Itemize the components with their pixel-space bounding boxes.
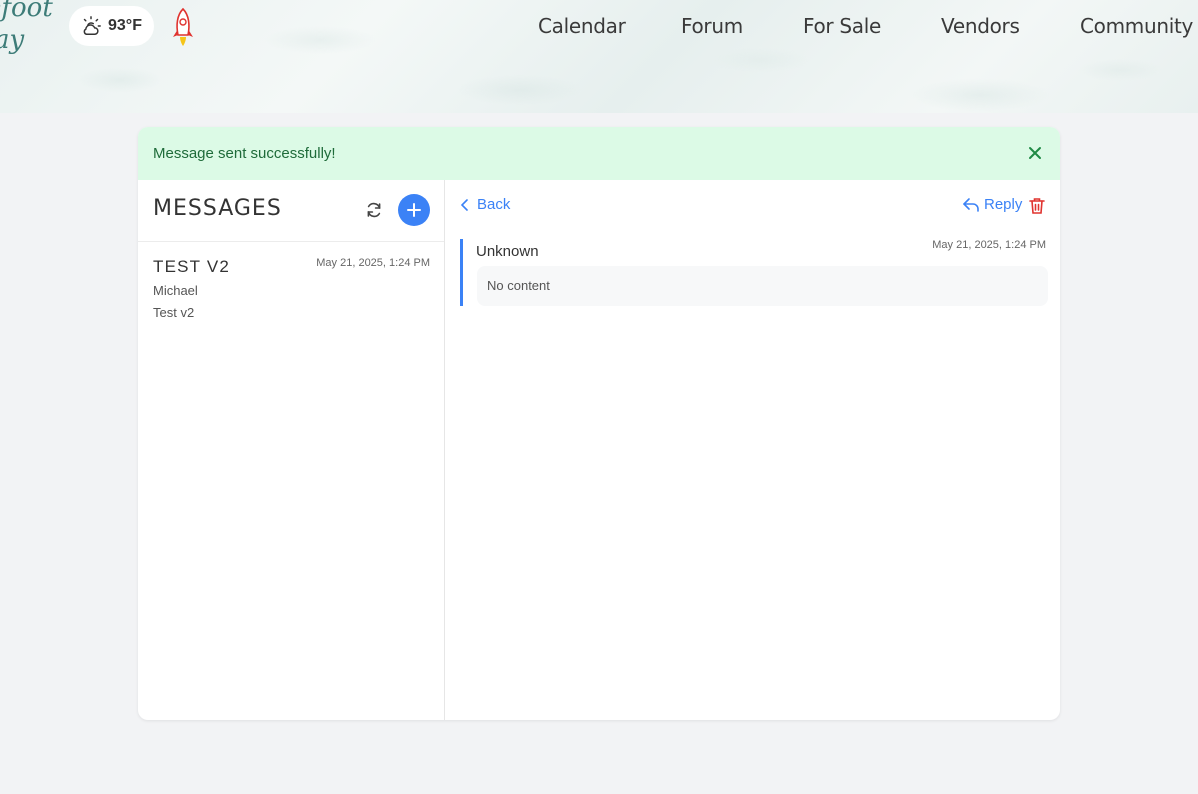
nav-vendors[interactable]: Vendors [941,14,1020,38]
message-date: May 21, 2025, 1:24 PM [932,239,1046,251]
rocket-icon[interactable] [170,7,196,49]
message-body: No content [477,266,1048,306]
sidebar-header: MESSAGES [138,180,444,242]
thread-sender: Michael [153,283,198,298]
thread-list-item[interactable]: TEST V2 May 21, 2025, 1:24 PM Michael Te… [138,243,444,329]
nav-forum[interactable]: Forum [681,14,743,38]
plus-icon [407,203,421,217]
new-message-button[interactable] [398,194,430,226]
close-icon[interactable] [1026,144,1044,162]
message-body-text: No content [487,278,550,293]
refresh-icon[interactable] [364,200,384,220]
logo-line-1: efoot [0,0,53,23]
alert-message: Message sent successfully! [153,145,336,162]
nav-for-sale[interactable]: For Sale [803,14,881,38]
message-entry: Unknown May 21, 2025, 1:24 PM No content [460,239,1048,306]
reply-button[interactable]: Reply [962,196,1022,213]
nav-calendar[interactable]: Calendar [538,14,626,38]
message-detail: Back Reply Unknown May 21, 2025, 1:24 PM… [445,180,1060,720]
thread-subject: TEST V2 [153,257,231,276]
thread-preview: Test v2 [153,305,195,320]
logo-line-2: ay [0,25,25,55]
partly-cloudy-icon [83,16,101,35]
chevron-left-icon [461,198,468,211]
site-logo[interactable]: efoot ay [0,0,56,62]
reply-icon [963,197,979,212]
success-alert: Message sent successfully! [138,127,1060,180]
site-header: efoot ay 93°F Calendar Forum For Sale Ve… [0,0,1198,113]
messages-sidebar: MESSAGES TEST V2 May 21, 2025, 1:24 PM M… [138,180,445,720]
message-sender: Unknown [476,243,539,260]
messages-card: Message sent successfully! MESSAGES TEST… [138,127,1060,720]
reply-label: Reply [984,196,1023,213]
sidebar-title: MESSAGES [153,196,282,221]
trash-icon[interactable] [1029,197,1045,215]
back-label: Back [477,196,511,213]
weather-widget[interactable]: 93°F [69,6,154,46]
nav-community[interactable]: Community [1080,14,1193,38]
weather-temperature: 93°F [108,17,142,34]
thread-date: May 21, 2025, 1:24 PM [316,257,430,269]
back-button[interactable]: Back [461,196,510,213]
